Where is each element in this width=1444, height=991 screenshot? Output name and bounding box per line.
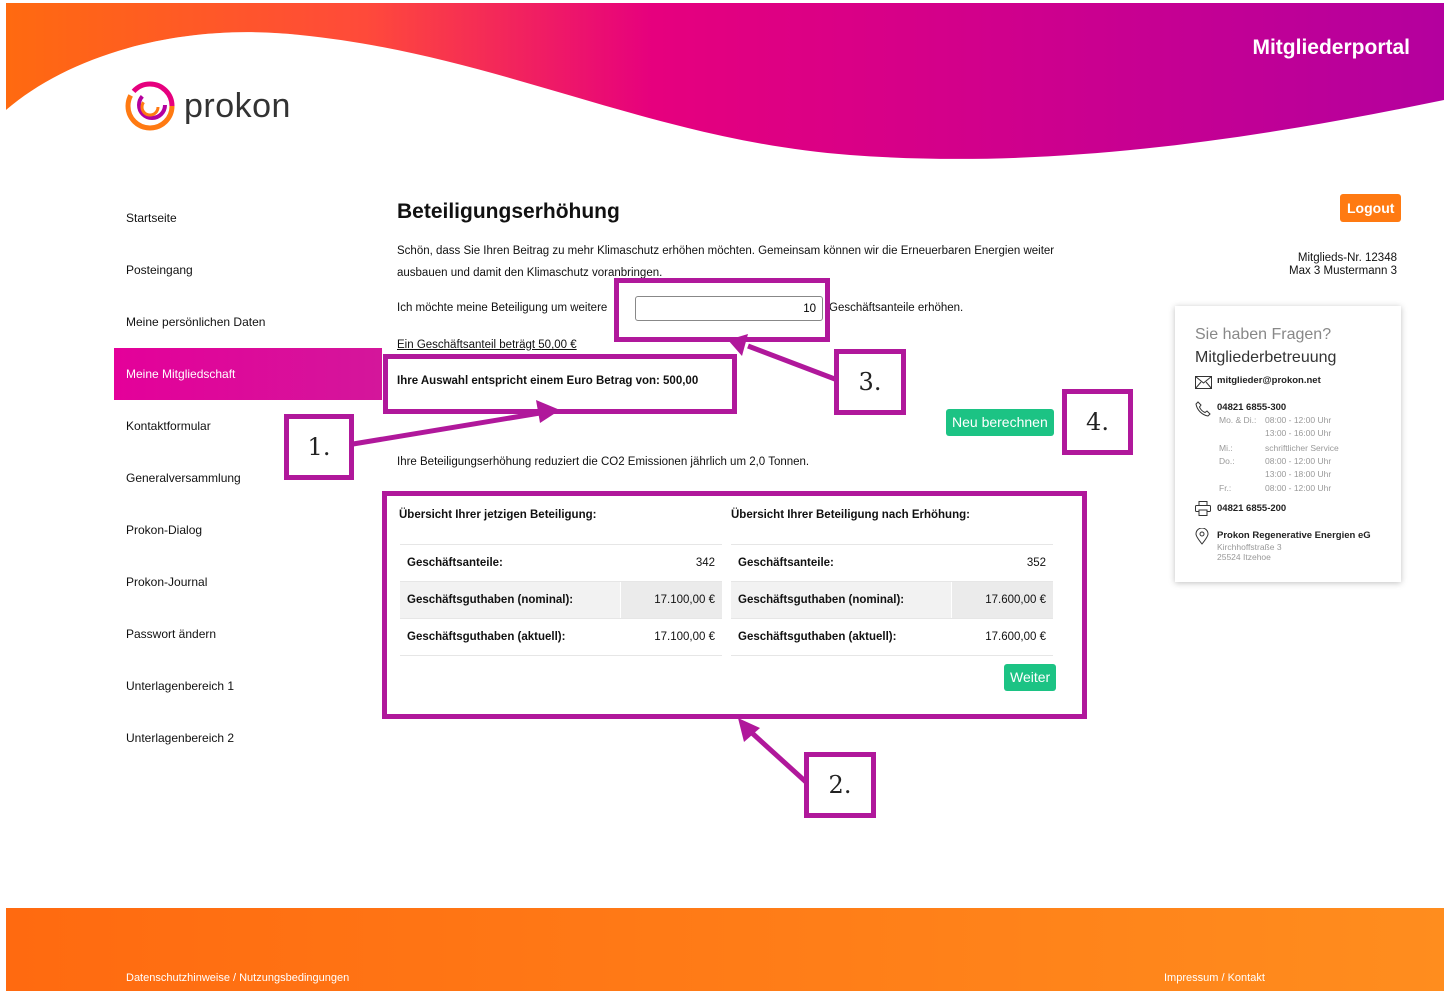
callout-label-4: 4. <box>1062 389 1133 455</box>
footer-imprint-link[interactable]: Impressum / Kontakt <box>1164 972 1265 984</box>
callout-label-2: 2. <box>804 752 876 818</box>
footer-privacy-link[interactable]: Datenschutzhinweise / Nutzungsbedingunge… <box>126 972 349 984</box>
callout-label-3: 3. <box>834 349 906 415</box>
callout-arrows <box>352 334 841 784</box>
callout-label-1: 1. <box>284 414 354 480</box>
